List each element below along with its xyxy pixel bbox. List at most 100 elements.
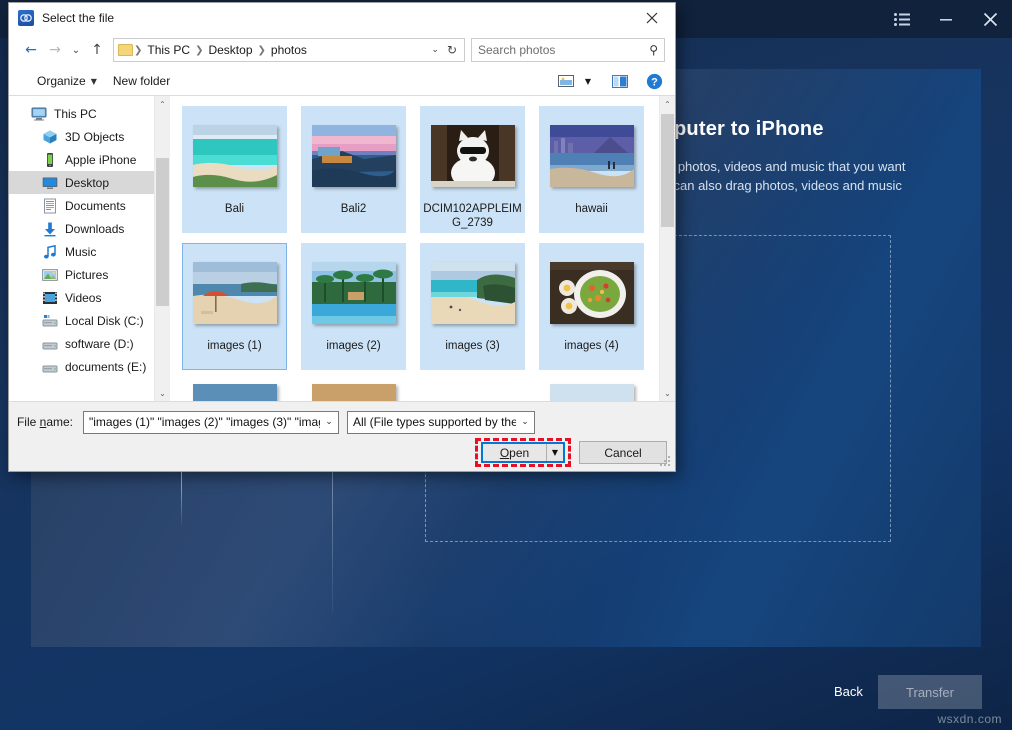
view-layout-icon[interactable] xyxy=(553,70,579,92)
open-button[interactable]: Open ▼ xyxy=(481,442,565,463)
file-grid: Bali Bali2 DCIM102APPLEIMG_2739 hawaii image… xyxy=(182,106,653,401)
file-item[interactable]: images (2) xyxy=(301,243,406,370)
close-icon[interactable] xyxy=(629,3,675,33)
minimize-icon[interactable] xyxy=(924,0,968,38)
file-name-label: DCIM102APPLEIMG_2739 xyxy=(420,202,525,230)
file-name-label: hawaii xyxy=(539,202,644,216)
sidebar-item-software-d[interactable]: software (D:) xyxy=(9,332,154,355)
filename-input[interactable] xyxy=(84,415,320,429)
file-item[interactable]: images (4) xyxy=(539,243,644,370)
sidebar-item-apple-iphone[interactable]: Apple iPhone xyxy=(9,148,154,171)
file-item[interactable]: Bali2 xyxy=(301,106,406,233)
transfer-button[interactable]: Transfer xyxy=(878,675,982,709)
new-folder-button[interactable]: New folder xyxy=(105,71,178,91)
forward-arrow-icon: → xyxy=(43,38,67,62)
file-thumbnail-wrap xyxy=(182,110,287,202)
help-icon[interactable]: ? xyxy=(641,70,667,92)
breadcrumb-separator: ❯ xyxy=(133,45,143,56)
list-menu-icon[interactable] xyxy=(880,0,924,38)
file-thumbnail xyxy=(550,125,634,187)
sidebar-item-documents[interactable]: Documents xyxy=(9,194,154,217)
sidebar-item-documents-e[interactable]: documents (E:) xyxy=(9,355,154,378)
sidebar-item-label: 3D Objects xyxy=(65,130,124,144)
filepane-scrollbar[interactable]: ⌃ ⌄ xyxy=(659,96,675,401)
filetype-combo[interactable]: All (File types supported by the ⌄ xyxy=(347,411,535,434)
search-input[interactable] xyxy=(478,43,649,57)
chevron-down-icon: ▼ xyxy=(91,77,97,86)
breadcrumb-desktop[interactable]: Desktop xyxy=(204,43,256,57)
caret-down-icon[interactable]: ▼ xyxy=(546,444,563,461)
file-item[interactable]: images (3) xyxy=(420,243,525,370)
pictures-icon xyxy=(42,267,58,283)
filename-row: File name: ⌄ All (File types supported b… xyxy=(9,410,675,434)
sidebar-item-label: software (D:) xyxy=(65,337,134,351)
file-name-label: images (4) xyxy=(539,339,644,353)
file-item-partial[interactable] xyxy=(182,380,287,401)
recent-locations-icon[interactable]: ⌄ xyxy=(67,38,85,62)
navpane-scrollbar[interactable]: ⌃ ⌄ xyxy=(154,96,170,401)
select-file-dialog: Select the file ← → ⌄ ↑ ❯ This PC ❯ Desk… xyxy=(8,2,676,472)
filepane-scrollbar-thumb[interactable] xyxy=(661,114,674,227)
sidebar-item-videos[interactable]: Videos xyxy=(9,286,154,309)
search-icon[interactable]: ⚲ xyxy=(649,43,658,57)
search-box[interactable]: ⚲ xyxy=(471,38,665,62)
file-name-label: Bali2 xyxy=(301,202,406,216)
breadcrumb-photos[interactable]: photos xyxy=(267,43,311,57)
breadcrumb-separator: ❯ xyxy=(257,45,267,56)
sidebar-item-this-pc[interactable]: This PC xyxy=(9,102,154,125)
navpane-scrollbar-thumb[interactable] xyxy=(156,158,169,306)
file-item[interactable]: images (1) xyxy=(182,243,287,370)
dialog-bottom-bar: File name: ⌄ All (File types supported b… xyxy=(9,401,675,471)
sidebar-item-label: Apple iPhone xyxy=(65,153,136,167)
refresh-icon[interactable]: ↻ xyxy=(445,43,462,57)
3d-objects-icon xyxy=(42,129,58,145)
decorative-divider-left xyxy=(181,470,182,528)
chevron-down-icon[interactable]: ⌄ xyxy=(516,417,534,427)
chevron-down-icon[interactable]: ⌄ xyxy=(320,417,338,427)
organize-button[interactable]: Organize ▼ xyxy=(29,71,105,91)
file-item-partial[interactable] xyxy=(420,380,525,401)
file-thumbnail xyxy=(550,384,634,401)
filename-combo[interactable]: ⌄ xyxy=(83,411,339,434)
address-bar[interactable]: ❯ This PC ❯ Desktop ❯ photos ⌄ ↻ xyxy=(113,38,465,62)
sidebar-item-pictures[interactable]: Pictures xyxy=(9,263,154,286)
file-item[interactable]: DCIM102APPLEIMG_2739 xyxy=(420,106,525,233)
chevron-down-icon[interactable]: ⌄ xyxy=(425,45,445,55)
navigation-pane: This PC 3D Objects Apple iPhone DesktopDocu… xyxy=(9,96,154,401)
close-icon[interactable] xyxy=(968,0,1012,38)
sidebar-item-local-disk-c[interactable]: Local Disk (C:) xyxy=(9,309,154,332)
back-button[interactable]: Back xyxy=(834,684,863,699)
chevron-down-icon[interactable]: ▼ xyxy=(579,70,597,92)
resize-grip[interactable] xyxy=(660,456,672,468)
up-arrow-icon[interactable]: ↑ xyxy=(85,38,109,62)
chevron-up-icon[interactable]: ⌃ xyxy=(660,96,675,112)
file-thumbnail-wrap xyxy=(301,247,406,339)
breadcrumb-this-pc[interactable]: This PC xyxy=(143,43,194,57)
file-item-partial[interactable] xyxy=(301,380,406,401)
file-item[interactable]: hawaii xyxy=(539,106,644,233)
file-item-partial[interactable] xyxy=(539,380,644,401)
file-thumbnail xyxy=(550,262,634,324)
sidebar-item-desktop[interactable]: Desktop xyxy=(9,171,154,194)
file-list-pane[interactable]: Bali Bali2 DCIM102APPLEIMG_2739 hawaii image… xyxy=(170,96,659,401)
sidebar-item-music[interactable]: Music xyxy=(9,240,154,263)
file-name-label: images (3) xyxy=(420,339,525,353)
file-thumbnail xyxy=(312,262,396,324)
chevron-up-icon[interactable]: ⌃ xyxy=(155,96,170,112)
preview-pane-icon[interactable] xyxy=(607,70,633,92)
dialog-title: Select the file xyxy=(42,11,114,25)
sidebar-item-label: Pictures xyxy=(65,268,108,282)
cancel-button[interactable]: Cancel xyxy=(579,441,667,464)
sidebar-item-label: Music xyxy=(65,245,96,259)
file-item[interactable]: Bali xyxy=(182,106,287,233)
back-arrow-icon[interactable]: ← xyxy=(19,38,43,62)
sidebar-item-downloads[interactable]: Downloads xyxy=(9,217,154,240)
file-thumbnail xyxy=(431,125,515,187)
sidebar-item-3d-objects[interactable]: 3D Objects xyxy=(9,125,154,148)
chevron-down-icon[interactable]: ⌄ xyxy=(155,385,170,401)
organize-label: Organize xyxy=(37,74,86,88)
chevron-down-icon[interactable]: ⌄ xyxy=(660,385,675,401)
file-thumbnail-wrap xyxy=(182,247,287,339)
file-thumbnail-wrap xyxy=(539,247,644,339)
local-disk-icon xyxy=(42,313,58,329)
